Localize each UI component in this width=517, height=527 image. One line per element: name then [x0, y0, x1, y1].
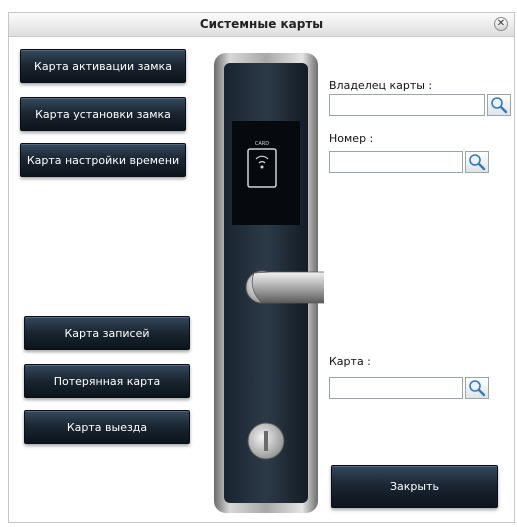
number-search-button[interactable] — [465, 151, 489, 173]
system-cards-window: Системные карты ✕ Карта активации замка … — [8, 12, 515, 523]
number-label: Номер : — [329, 132, 374, 145]
installation-card-button[interactable]: Карта установки замка — [20, 97, 186, 131]
window-title: Системные карты — [199, 17, 324, 31]
card-badge-text: CARD — [255, 141, 269, 147]
records-card-button[interactable]: Карта записей — [24, 316, 190, 350]
close-button[interactable]: Закрыть — [331, 465, 498, 508]
number-field[interactable] — [329, 151, 463, 173]
search-icon — [469, 154, 486, 171]
close-icon[interactable]: ✕ — [494, 17, 508, 31]
card-label: Карта : — [329, 355, 371, 368]
activation-card-button[interactable]: Карта активации замка — [20, 49, 186, 83]
owner-label: Владелец карты : — [329, 79, 433, 92]
checkout-card-button[interactable]: Карта выезда — [24, 410, 190, 444]
title-bar: Системные карты ✕ — [9, 13, 514, 37]
owner-search-button[interactable] — [487, 94, 511, 116]
lost-card-button[interactable]: Потерянная карта — [24, 364, 190, 398]
card-field[interactable] — [329, 377, 463, 399]
card-search-button[interactable] — [465, 377, 489, 399]
lock-image: CARD — [214, 53, 324, 513]
owner-field[interactable] — [329, 94, 485, 116]
time-setting-card-button[interactable]: Карта настройки времени — [20, 143, 186, 177]
search-icon — [491, 97, 508, 114]
search-icon — [469, 380, 486, 397]
